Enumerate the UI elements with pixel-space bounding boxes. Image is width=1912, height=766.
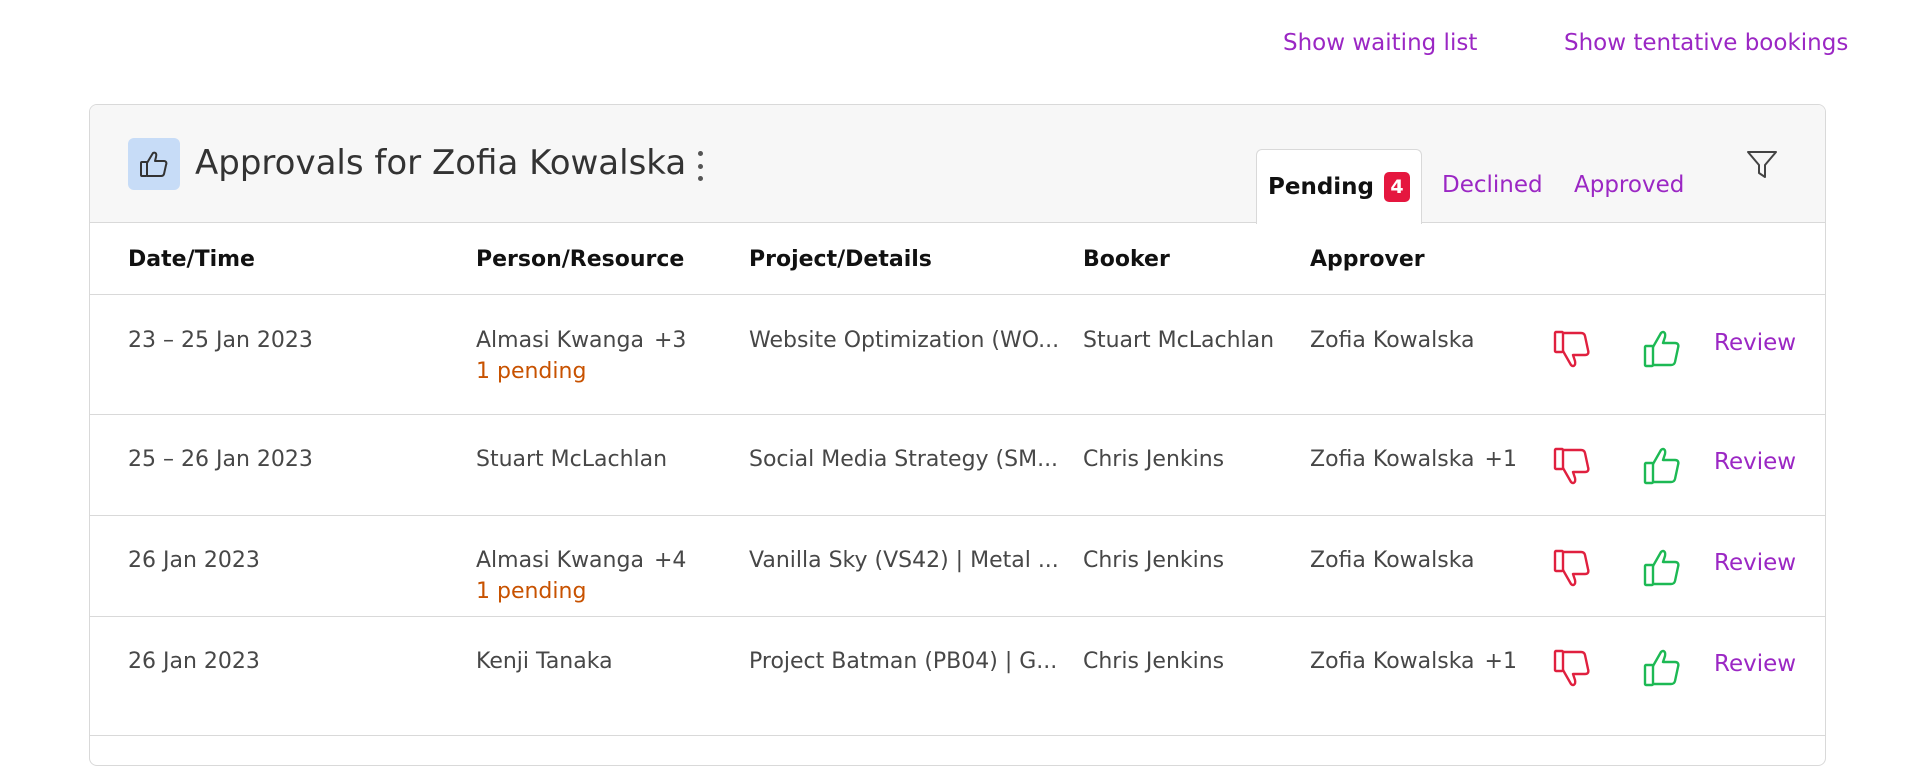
row-approver: Zofia Kowalska +1 [1310, 649, 1517, 674]
approver-name: Zofia Kowalska [1310, 649, 1475, 674]
tab-pending[interactable]: Pending 4 [1256, 149, 1422, 224]
approve-thumbs-up-icon[interactable] [1640, 646, 1684, 690]
table-row[interactable]: 23 – 25 Jan 2023 Almasi Kwanga +3 1 pending… [90, 295, 1825, 415]
column-header-booker[interactable]: Booker [1083, 247, 1170, 272]
approve-thumbs-up-icon[interactable] [1640, 444, 1684, 488]
approver-name: Zofia Kowalska [1310, 447, 1475, 472]
column-header-person[interactable]: Person/Resource [476, 247, 684, 272]
page-title: Approvals for Zofia Kowalska [195, 143, 687, 183]
approver-extra-count[interactable]: +1 [1485, 447, 1517, 472]
column-header-approver[interactable]: Approver [1310, 247, 1425, 272]
review-link[interactable]: Review [1714, 330, 1796, 356]
review-link[interactable]: Review [1714, 449, 1796, 475]
filter-icon[interactable] [1745, 147, 1779, 181]
approver-name: Zofia Kowalska [1310, 328, 1475, 353]
show-waiting-list-link[interactable]: Show waiting list [1283, 30, 1477, 56]
table-row[interactable]: 26 Jan 2023 Almasi Kwanga +4 1 pending Vanil… [90, 515, 1825, 617]
row-project[interactable]: Social Media Strategy (SM... [749, 447, 1059, 472]
decline-thumbs-down-icon[interactable] [1550, 546, 1594, 590]
person-name: Kenji Tanaka [476, 649, 613, 674]
row-date: 25 – 26 Jan 2023 [128, 447, 313, 472]
row-booker: Stuart McLachlan [1083, 328, 1275, 353]
thumbs-up-icon [128, 138, 180, 190]
approver-extra-count[interactable]: +1 [1485, 649, 1517, 674]
row-person: Almasi Kwanga +3 1 pending [476, 328, 686, 384]
more-options-icon[interactable] [690, 151, 710, 181]
row-project[interactable]: Vanilla Sky (VS42) | Metal ... [749, 548, 1059, 573]
row-approver: Zofia Kowalska [1310, 548, 1485, 573]
tab-approved[interactable]: Approved [1574, 148, 1684, 222]
review-link[interactable]: Review [1714, 550, 1796, 576]
pending-status: 1 pending [476, 359, 587, 384]
pending-count-badge: 4 [1384, 172, 1410, 202]
row-person: Almasi Kwanga +4 1 pending [476, 548, 686, 604]
review-link[interactable]: Review [1714, 651, 1796, 677]
row-booker: Chris Jenkins [1083, 447, 1225, 472]
column-header-datetime[interactable]: Date/Time [128, 247, 255, 272]
row-person: Stuart McLachlan [476, 447, 677, 478]
card-header: Approvals for Zofia Kowalska Pending 4 D… [90, 105, 1825, 224]
decline-thumbs-down-icon[interactable] [1550, 444, 1594, 488]
row-project[interactable]: Project Batman (PB04) | G... [749, 649, 1059, 674]
row-booker: Chris Jenkins [1083, 649, 1225, 674]
decline-thumbs-down-icon[interactable] [1550, 646, 1594, 690]
person-extra-count[interactable]: +3 [654, 328, 686, 353]
column-header-project[interactable]: Project/Details [749, 247, 932, 272]
table-header: Date/Time Person/Resource Project/Detail… [90, 223, 1825, 295]
approve-thumbs-up-icon[interactable] [1640, 327, 1684, 371]
tab-declined[interactable]: Declined [1442, 148, 1543, 222]
row-date: 26 Jan 2023 [128, 548, 260, 573]
decline-thumbs-down-icon[interactable] [1550, 327, 1594, 371]
table-row[interactable]: 26 Jan 2023 Kenji Tanaka Project Batman (P… [90, 616, 1825, 736]
row-approver: Zofia Kowalska +1 [1310, 447, 1517, 472]
row-date: 23 – 25 Jan 2023 [128, 328, 313, 353]
top-links: Show waiting list Show tentative booking… [0, 30, 1912, 70]
approve-thumbs-up-icon[interactable] [1640, 546, 1684, 590]
approvals-card: Approvals for Zofia Kowalska Pending 4 D… [89, 104, 1826, 766]
show-tentative-bookings-link[interactable]: Show tentative bookings [1564, 30, 1848, 56]
row-date: 26 Jan 2023 [128, 649, 260, 674]
person-name: Almasi Kwanga [476, 548, 644, 573]
table-row[interactable]: 25 – 26 Jan 2023 Stuart McLachlan Social M… [90, 414, 1825, 516]
approver-name: Zofia Kowalska [1310, 548, 1475, 573]
tab-pending-label: Pending [1267, 174, 1374, 200]
person-name: Stuart McLachlan [476, 447, 668, 472]
person-name: Almasi Kwanga [476, 328, 644, 353]
row-approver: Zofia Kowalska [1310, 328, 1485, 353]
pending-status: 1 pending [476, 579, 587, 604]
row-project[interactable]: Website Optimization (WO... [749, 328, 1059, 353]
row-person: Kenji Tanaka [476, 649, 623, 680]
row-booker: Chris Jenkins [1083, 548, 1225, 573]
person-extra-count[interactable]: +4 [654, 548, 686, 573]
